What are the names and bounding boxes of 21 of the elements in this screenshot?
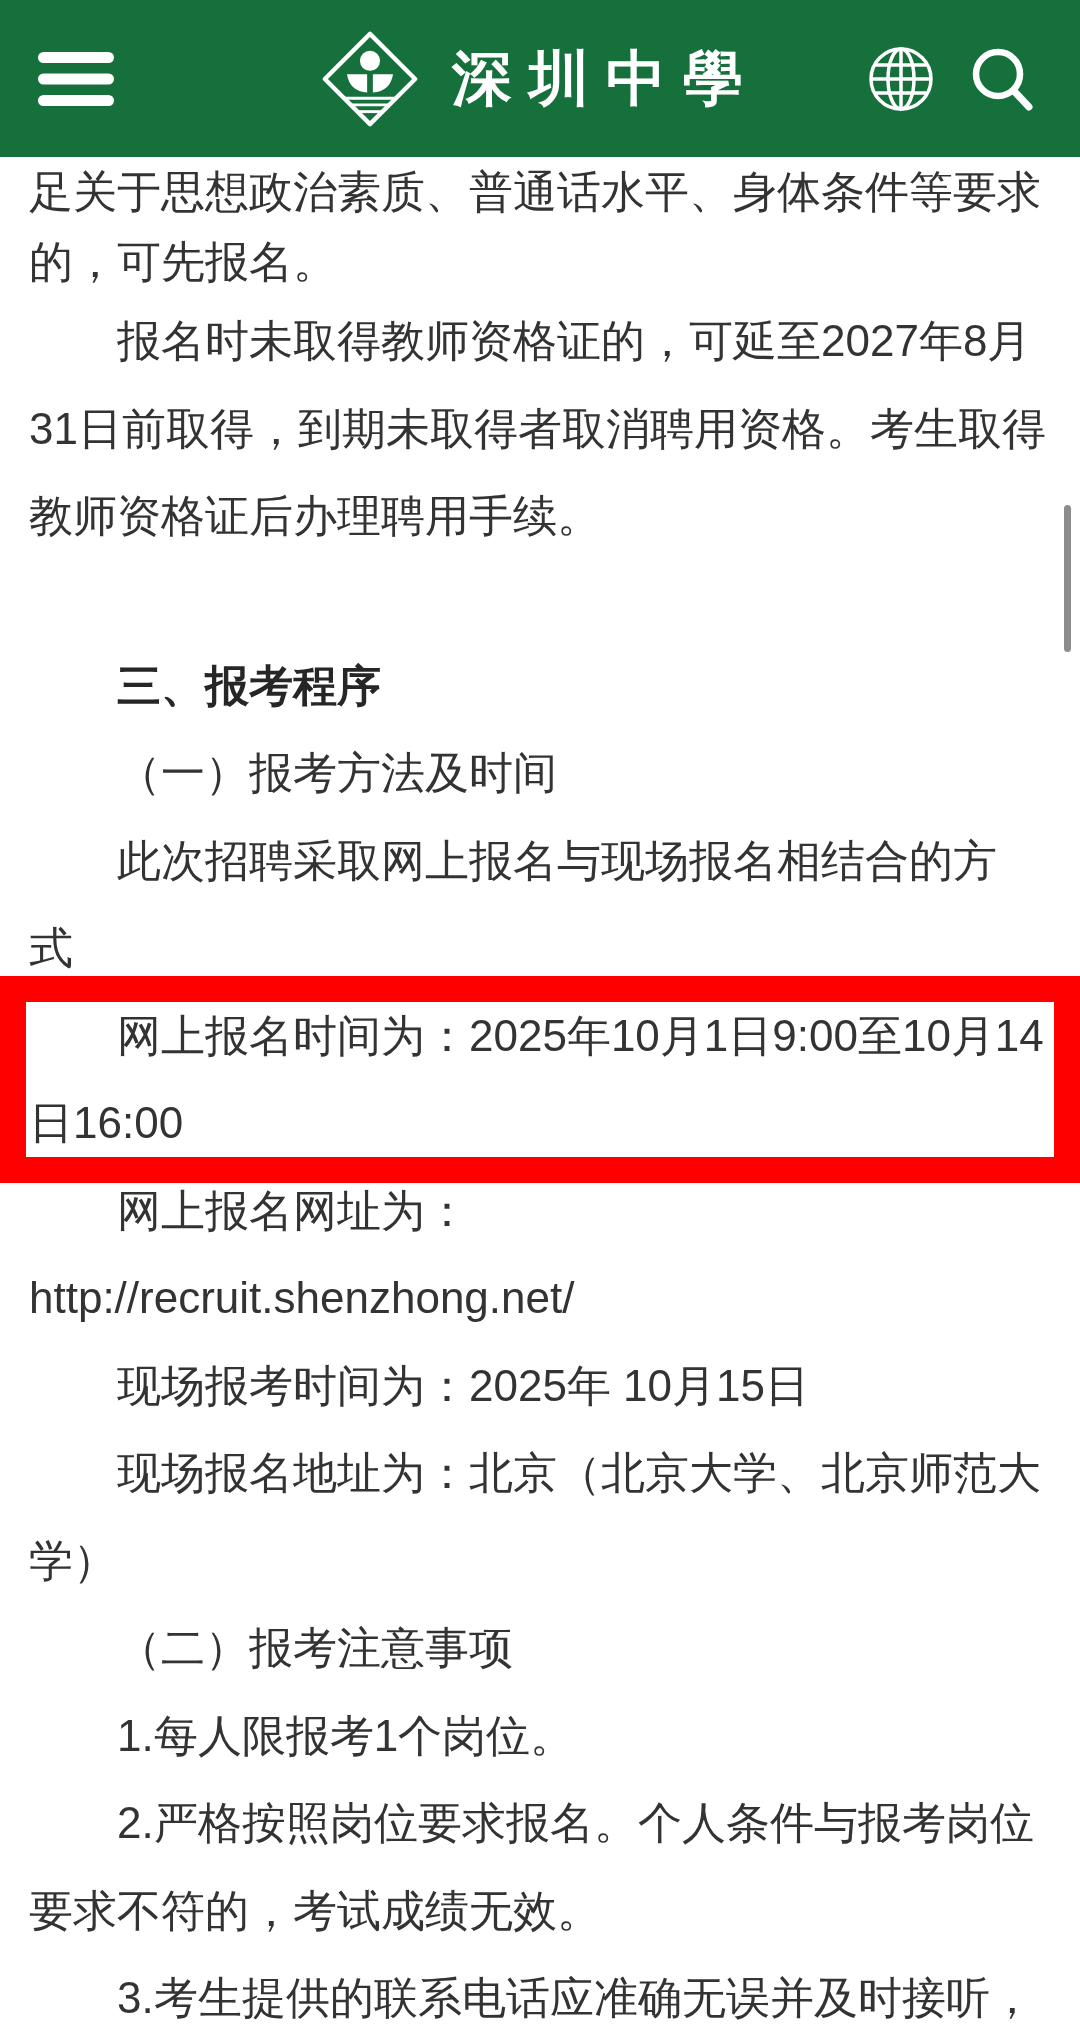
- menu-button[interactable]: [38, 51, 114, 106]
- paragraph: （一）报考方法及时间: [116, 747, 558, 799]
- paragraph: 现场报考时间为：2025年 10月15日: [116, 1359, 810, 1412]
- paragraph: 网上报名网址为： http://recruit.shenzhong.net/: [29, 1184, 576, 1324]
- globe-icon: [868, 45, 934, 112]
- menu-icon: [38, 51, 114, 106]
- paragraph: 1.每人限报考1个岗位。: [116, 1709, 576, 1762]
- emblem-icon: [320, 30, 419, 127]
- paragraph: 3.考生提供的联系电话应准确无误并及时接听，: [116, 1972, 1035, 2024]
- paragraph: 报名时未取得教师资格证的，可延至2027年8月 31日前取得，到期未取得者取消聘用资格。考生取得 教师资格证后办理聘用手续。: [29, 315, 1047, 542]
- search-icon: [971, 46, 1033, 111]
- paragraph: 网上报名时间为：2025年10月1日9:00至10月14 日16:00: [29, 1009, 1045, 1149]
- paragraph: 2.严格按照岗位要求报名。个人条件与报考岗位 要求不符的，考试成绩无效。: [29, 1797, 1035, 1937]
- search-button[interactable]: [971, 46, 1033, 111]
- paragraph: 现场报名地址为：北京（北京大学、北京师范大 学）: [29, 1447, 1042, 1587]
- logo-text: 深圳中學: [451, 44, 760, 114]
- paragraph: （二）报考注意事项: [116, 1622, 514, 1674]
- paragraph: 足关于思想政治素质、普通话水平、身体条件等要求 的，可先报名。: [29, 166, 1042, 288]
- paragraph: 此次招聘采取网上报名与现场报名相结合的方 式: [29, 834, 998, 974]
- section-heading: 三、报考程序: [116, 659, 382, 712]
- language-button[interactable]: [868, 45, 934, 112]
